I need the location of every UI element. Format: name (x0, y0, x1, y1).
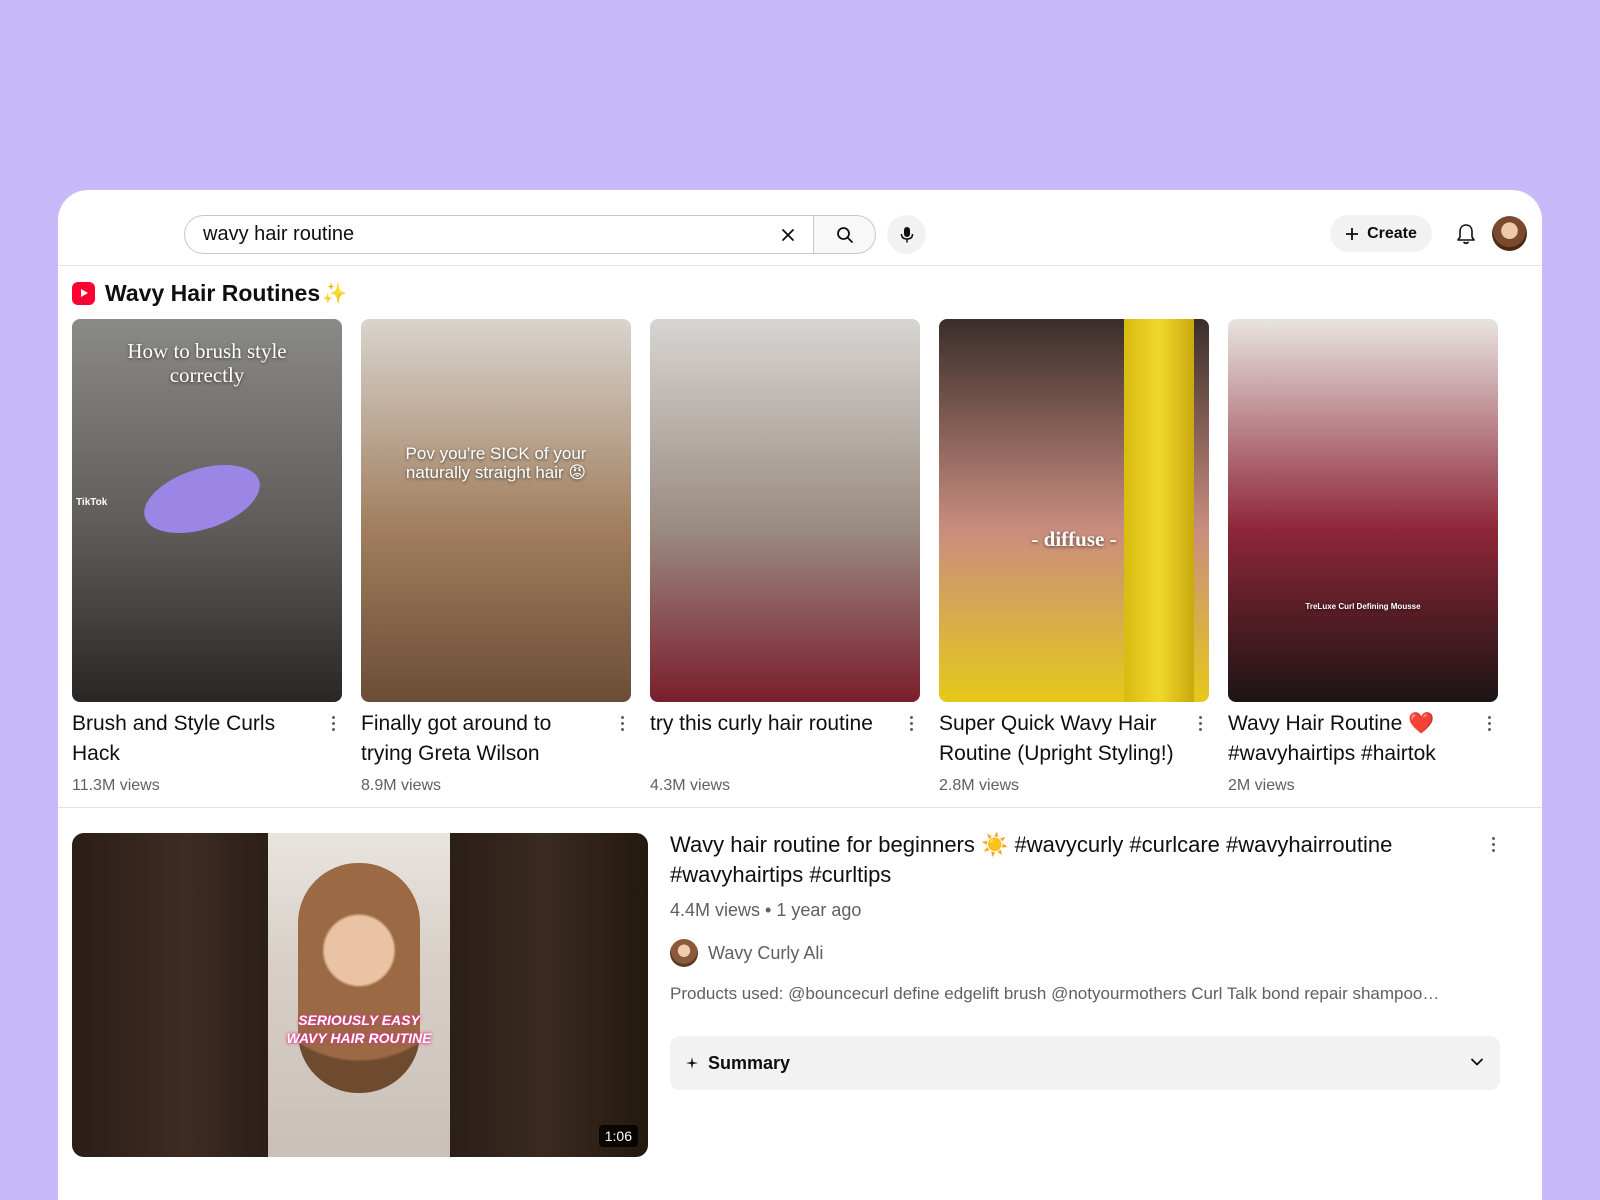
more-options-button[interactable] (326, 713, 340, 733)
short-thumbnail[interactable] (650, 319, 920, 702)
thumbnail-caption: TreLuxe Curl Defining Mousse (1305, 602, 1421, 611)
more-options-button[interactable] (904, 713, 918, 733)
short-title[interactable]: Brush and Style Curls Hack (72, 709, 312, 769)
more-options-button[interactable] (1193, 713, 1207, 733)
close-icon (782, 229, 794, 241)
create-label: Create (1367, 224, 1417, 242)
browser-window: Create Wavy Hair Routines ✨ How to brush… (58, 190, 1542, 1200)
short-title[interactable]: Super Quick Wavy Hair Routine (Upright S… (939, 709, 1179, 769)
bell-icon (1457, 224, 1475, 245)
tiktok-watermark: TikTok (76, 497, 108, 508)
channel-name[interactable]: Wavy Curly Ali (708, 943, 823, 964)
duration-badge: 1:06 (598, 1125, 638, 1147)
shorts-shelf-header: Wavy Hair Routines ✨ (72, 278, 347, 308)
video-meta: 4.4M views • 1 year ago (670, 900, 862, 920)
plus-icon (1346, 227, 1359, 240)
account-avatar[interactable] (1492, 216, 1527, 251)
channel-link[interactable]: Wavy Curly Ali (670, 939, 1510, 967)
video-thumbnail-frame: SERIOUSLY EASY WAVY HAIR ROUTINE (268, 833, 450, 1157)
hair-brush-graphic (135, 451, 269, 547)
short-views: 11.3M views (72, 777, 160, 794)
short-card[interactable]: - diffuse - Super Quick Wavy Hair Routin… (939, 319, 1209, 794)
chevron-down-icon (1471, 1058, 1483, 1066)
section-divider (58, 807, 1542, 808)
video-thumbnail-caption-line1: SERIOUSLY EASY (298, 1012, 420, 1028)
summary-expander[interactable]: Summary (670, 1036, 1500, 1090)
video-thumbnail-caption-line2: WAVY HAIR ROUTINE (286, 1030, 432, 1046)
short-thumbnail[interactable]: - diffuse - (939, 319, 1209, 702)
voice-search-button[interactable] (887, 215, 926, 254)
clear-search-button[interactable] (775, 222, 801, 248)
top-bar: Create (58, 190, 1542, 266)
video-info: Wavy hair routine for beginners ☀️ #wavy… (670, 830, 1510, 1004)
thumbnail-caption: How to brush style correctly (127, 339, 287, 387)
short-card[interactable]: TreLuxe Curl Defining Mousse Wavy Hair R… (1228, 319, 1498, 794)
search-box[interactable] (184, 215, 813, 254)
search-icon (836, 226, 853, 243)
short-card[interactable]: How to brush style correctly TikTok Brus… (72, 319, 342, 794)
shorts-logo-icon (72, 281, 95, 305)
channel-avatar[interactable] (670, 939, 698, 967)
create-button[interactable]: Create (1330, 215, 1432, 252)
short-title[interactable]: Finally got around to trying Greta Wilso… (361, 709, 601, 769)
short-views: 2.8M views (939, 777, 1020, 794)
hair-dryer-graphic (1124, 319, 1194, 702)
short-thumbnail[interactable]: TreLuxe Curl Defining Mousse (1228, 319, 1498, 702)
video-thumbnail[interactable]: SERIOUSLY EASY WAVY HAIR ROUTINE 1:06 (72, 833, 648, 1157)
short-title[interactable]: try this curly hair routine (650, 709, 890, 739)
short-views: 4.3M views (650, 777, 731, 794)
short-card[interactable]: try this curly hair routine 4.3M views (650, 319, 920, 794)
video-title[interactable]: Wavy hair routine for beginners ☀️ #wavy… (670, 830, 1510, 890)
video-description: Products used: @bouncecurl define edgeli… (670, 984, 1440, 1003)
video-more-options-button[interactable] (1486, 834, 1500, 854)
summary-label: Summary (708, 1052, 791, 1073)
notifications-button[interactable] (1449, 217, 1483, 251)
short-thumbnail[interactable]: How to brush style correctly TikTok (72, 319, 342, 702)
short-card[interactable]: Pov you're SICK of your naturally straig… (361, 319, 631, 794)
short-thumbnail[interactable]: Pov you're SICK of your naturally straig… (361, 319, 631, 702)
short-title[interactable]: Wavy Hair Routine ❤️ #wavyhairtips #hair… (1228, 709, 1468, 769)
short-views: 8.9M views (361, 777, 442, 794)
shorts-shelf-title: Wavy Hair Routines (105, 279, 321, 306)
more-options-button[interactable] (1482, 713, 1496, 733)
person-graphic (298, 863, 420, 1093)
thumbnail-caption: Pov you're SICK of your naturally straig… (405, 444, 587, 482)
more-options-button[interactable] (615, 713, 629, 733)
search-input[interactable] (203, 223, 743, 246)
microphone-icon (900, 226, 913, 242)
sparkle-emoji: ✨ (322, 282, 348, 305)
search-button[interactable] (813, 215, 876, 254)
short-views: 2M views (1228, 777, 1295, 794)
sparkle-icon (686, 1057, 698, 1069)
